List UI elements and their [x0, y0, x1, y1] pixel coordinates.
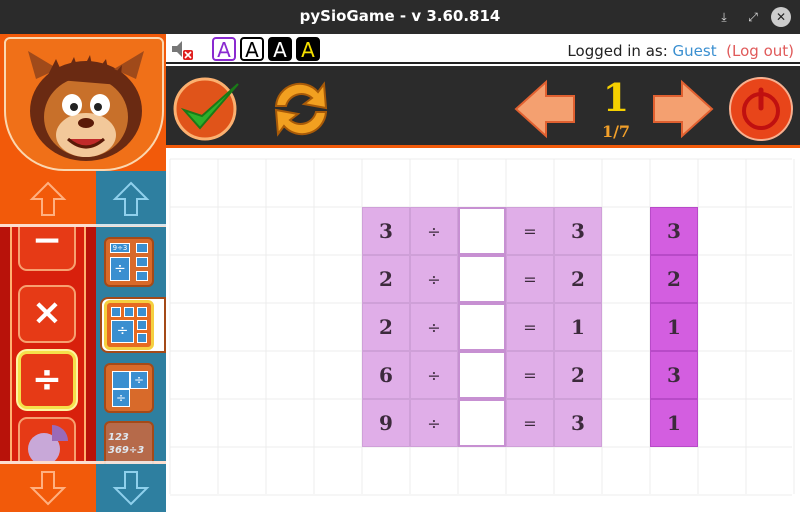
- speaker-muted-icon: [172, 41, 193, 60]
- previous-level-button[interactable]: [512, 76, 578, 142]
- font-style-button-4[interactable]: A: [296, 37, 320, 62]
- quotient-cell: 1: [554, 303, 602, 351]
- arrow-left-icon: [514, 79, 575, 139]
- font-style-button-2[interactable]: A: [240, 37, 264, 62]
- refresh-icon: [274, 81, 328, 137]
- divisor-input[interactable]: [458, 303, 506, 351]
- window-title: pySioGame - v 3.60.814: [299, 7, 501, 25]
- divide-sign-cell: ÷: [410, 303, 458, 351]
- equals-sign-cell: =: [506, 255, 554, 303]
- maximize-button[interactable]: ⤢: [743, 7, 763, 27]
- mascot-logo: [4, 37, 164, 171]
- quotient-cell: 2: [554, 351, 602, 399]
- grid-cell-icon: [136, 243, 148, 253]
- divisor-input[interactable]: [458, 351, 506, 399]
- grid-cell-icon: [137, 320, 147, 330]
- sound-toggle-button[interactable]: [170, 39, 193, 60]
- checkmark-icon: [173, 77, 239, 141]
- multiplication-button[interactable]: ×: [18, 285, 76, 343]
- check-answer-button[interactable]: [172, 76, 239, 142]
- dividend-cell: 9: [362, 399, 410, 447]
- equals-sign-cell: =: [506, 351, 554, 399]
- info-bar: A A A A Logged in as: Guest (Log out): [166, 34, 800, 64]
- arrow-down-icon: [112, 471, 150, 506]
- division-blocks-game-button[interactable]: ÷ ÷: [104, 363, 154, 413]
- dividend-cell: 3: [362, 207, 410, 255]
- arrow-down-icon: [29, 471, 67, 506]
- quit-button[interactable]: [728, 76, 794, 142]
- divide-icon: ÷: [110, 257, 130, 281]
- dividend-cell: 2: [362, 255, 410, 303]
- logo-panel: [0, 34, 166, 171]
- arrow-up-icon: [29, 181, 67, 216]
- divide-sign-cell: ÷: [410, 399, 458, 447]
- quotient-cell: 3: [554, 399, 602, 447]
- answer-option-cell[interactable]: 1: [650, 399, 698, 447]
- divisor-input[interactable]: [458, 207, 506, 255]
- equals-sign-cell: =: [506, 207, 554, 255]
- grid-cell-icon: [137, 333, 147, 343]
- level-progress: 1/7: [601, 122, 631, 141]
- game-toolbar: 1 1/7: [166, 66, 800, 148]
- font-style-button-3[interactable]: A: [268, 37, 292, 62]
- division-table-game-button[interactable]: ÷: [104, 300, 154, 350]
- answer-option-cell[interactable]: 1: [650, 303, 698, 351]
- login-status: Logged in as: Guest (Log out): [567, 42, 794, 60]
- subtraction-button[interactable]: −: [18, 227, 76, 271]
- minimize-button[interactable]: ⤓: [714, 7, 734, 27]
- lion-mascot-icon: [28, 51, 144, 161]
- scroll-down-operations-button[interactable]: [0, 464, 96, 512]
- window-titlebar: pySioGame - v 3.60.814 ⤓ ⤢ ✕: [0, 0, 800, 34]
- game-icon-label: 123 369÷3: [108, 432, 145, 456]
- grid-cell-icon: [137, 307, 147, 317]
- reset-button[interactable]: [266, 76, 336, 142]
- divisor-input[interactable]: [458, 399, 506, 447]
- divisor-input[interactable]: [458, 255, 506, 303]
- divide-sign-cell: ÷: [410, 351, 458, 399]
- division-grid-game-button[interactable]: 9÷3 ÷: [104, 237, 154, 287]
- grid-cell-icon: [111, 307, 121, 317]
- scroll-up-operations-button[interactable]: [0, 171, 96, 226]
- divide-sign-cell: ÷: [410, 207, 458, 255]
- game-board: 3 ÷ = 3 3 2 ÷ = 2 2 2 ÷ = 1 1 6 ÷ = 2 3 9 ÷ = 3 1: [166, 151, 800, 512]
- divide-icon: ÷: [111, 320, 134, 343]
- scroll-down-games-button[interactable]: [96, 464, 166, 512]
- division-button[interactable]: ÷: [18, 351, 76, 409]
- dividend-cell: 6: [362, 351, 410, 399]
- quotient-cell: 2: [554, 255, 602, 303]
- answer-option-cell[interactable]: 3: [650, 207, 698, 255]
- level-number: 1: [602, 75, 630, 120]
- font-style-button-1[interactable]: A: [212, 37, 236, 62]
- game-icon-label: 9÷3: [110, 243, 130, 253]
- sidebar: − × ÷ 9÷3 ÷ ÷ ÷ ÷ 123 369÷3: [0, 34, 166, 512]
- arrow-right-icon: [653, 79, 714, 139]
- grid-cell-icon: [124, 307, 134, 317]
- quotient-cell: 3: [554, 207, 602, 255]
- arrow-up-icon: [112, 181, 150, 216]
- equals-sign-cell: =: [506, 303, 554, 351]
- login-prefix: Logged in as:: [567, 42, 668, 60]
- fractions-button[interactable]: [18, 417, 76, 461]
- divide-icon: ÷: [112, 389, 130, 407]
- power-icon: [729, 77, 793, 141]
- pie-chart-icon: [28, 425, 68, 461]
- close-button[interactable]: ✕: [771, 7, 791, 27]
- username-link[interactable]: Guest: [673, 42, 717, 60]
- logout-link[interactable]: (Log out): [726, 42, 794, 60]
- answer-option-cell[interactable]: 2: [650, 255, 698, 303]
- divide-icon: ÷: [130, 371, 148, 389]
- grid-cell-icon: [136, 257, 148, 267]
- next-level-button[interactable]: [650, 76, 716, 142]
- scroll-up-games-button[interactable]: [96, 171, 166, 226]
- equals-sign-cell: =: [506, 399, 554, 447]
- operation-category-list: − × ÷: [0, 227, 96, 461]
- grid-cell-icon: [136, 271, 148, 281]
- block-icon: [112, 371, 130, 389]
- dividend-cell: 2: [362, 303, 410, 351]
- game-list: 9÷3 ÷ ÷ ÷ ÷ 123 369÷3: [96, 227, 166, 471]
- divide-sign-cell: ÷: [410, 255, 458, 303]
- answer-option-cell[interactable]: 3: [650, 351, 698, 399]
